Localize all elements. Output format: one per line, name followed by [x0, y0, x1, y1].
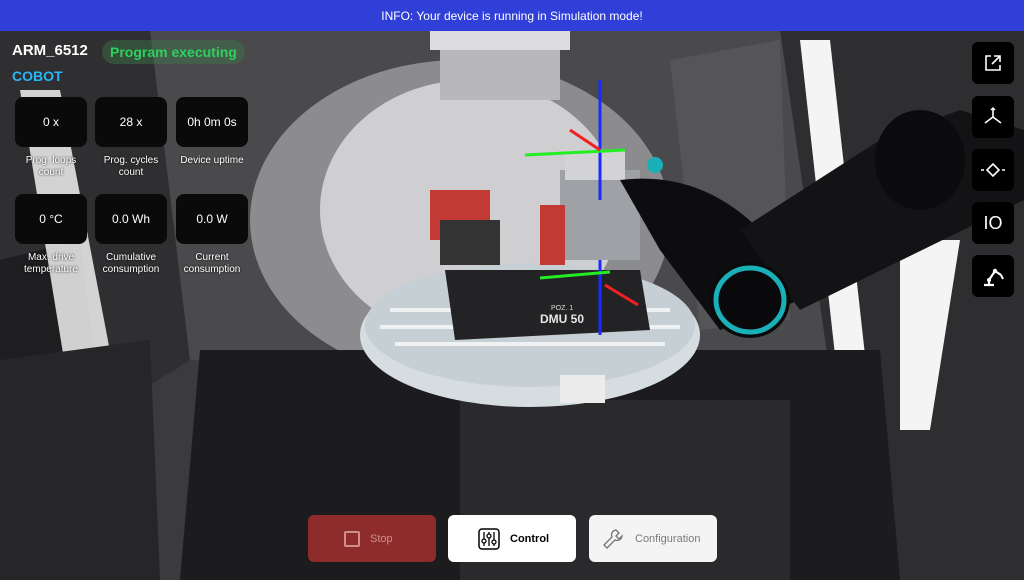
device-type: COBOT	[12, 68, 63, 84]
simulation-viewport[interactable]	[0, 0, 1024, 580]
configuration-label: Configuration	[635, 532, 701, 545]
stop-icon	[344, 530, 360, 547]
machine-label: DMU 50	[540, 312, 585, 326]
simulation-info-banner: INFO: Your device is running in Simulati…	[0, 0, 1024, 31]
stat-max-drive-temp-value: 0 °C	[15, 194, 87, 244]
external-link-icon	[985, 55, 1001, 71]
stop-button[interactable]: Stop	[308, 515, 436, 562]
stat-device-uptime-label: Device uptime	[180, 155, 244, 166]
waypoint-button[interactable]	[972, 149, 1014, 191]
stat-prog-cycles-value: 28 x	[95, 97, 167, 147]
stop-label: Stop	[370, 532, 393, 545]
control-button[interactable]: Control	[448, 515, 576, 562]
robot-arm-icon	[984, 268, 1004, 287]
waypoint-icon	[981, 162, 1005, 178]
stat-cumulative-consumption-value: 0.0 Wh	[95, 194, 167, 244]
machine-label-small: POZ. 1	[551, 305, 574, 312]
stat-current-consumption-value: 0.0 W	[176, 194, 248, 244]
robot-arm-button[interactable]	[972, 255, 1014, 297]
stat-prog-loops-value: 0 x	[15, 97, 87, 147]
sliders-icon	[478, 527, 500, 550]
status-badge: Program executing	[102, 40, 245, 64]
banner-text: INFO: Your device is running in Simulati…	[381, 8, 643, 23]
wrench-icon	[603, 528, 623, 549]
io-button[interactable]: IO	[972, 202, 1014, 244]
axes-icon	[984, 107, 1002, 124]
configuration-button[interactable]: Configuration	[589, 515, 717, 562]
external-link-button[interactable]	[972, 42, 1014, 84]
stat-device-uptime-value: 0h 0m 0s	[176, 97, 248, 147]
axes-button[interactable]	[972, 96, 1014, 138]
control-label: Control	[510, 532, 550, 545]
io-icon: IO	[983, 212, 1003, 233]
stat-current-consumption-label: Current consumption	[183, 252, 241, 275]
device-name: ARM_6512	[12, 42, 88, 59]
